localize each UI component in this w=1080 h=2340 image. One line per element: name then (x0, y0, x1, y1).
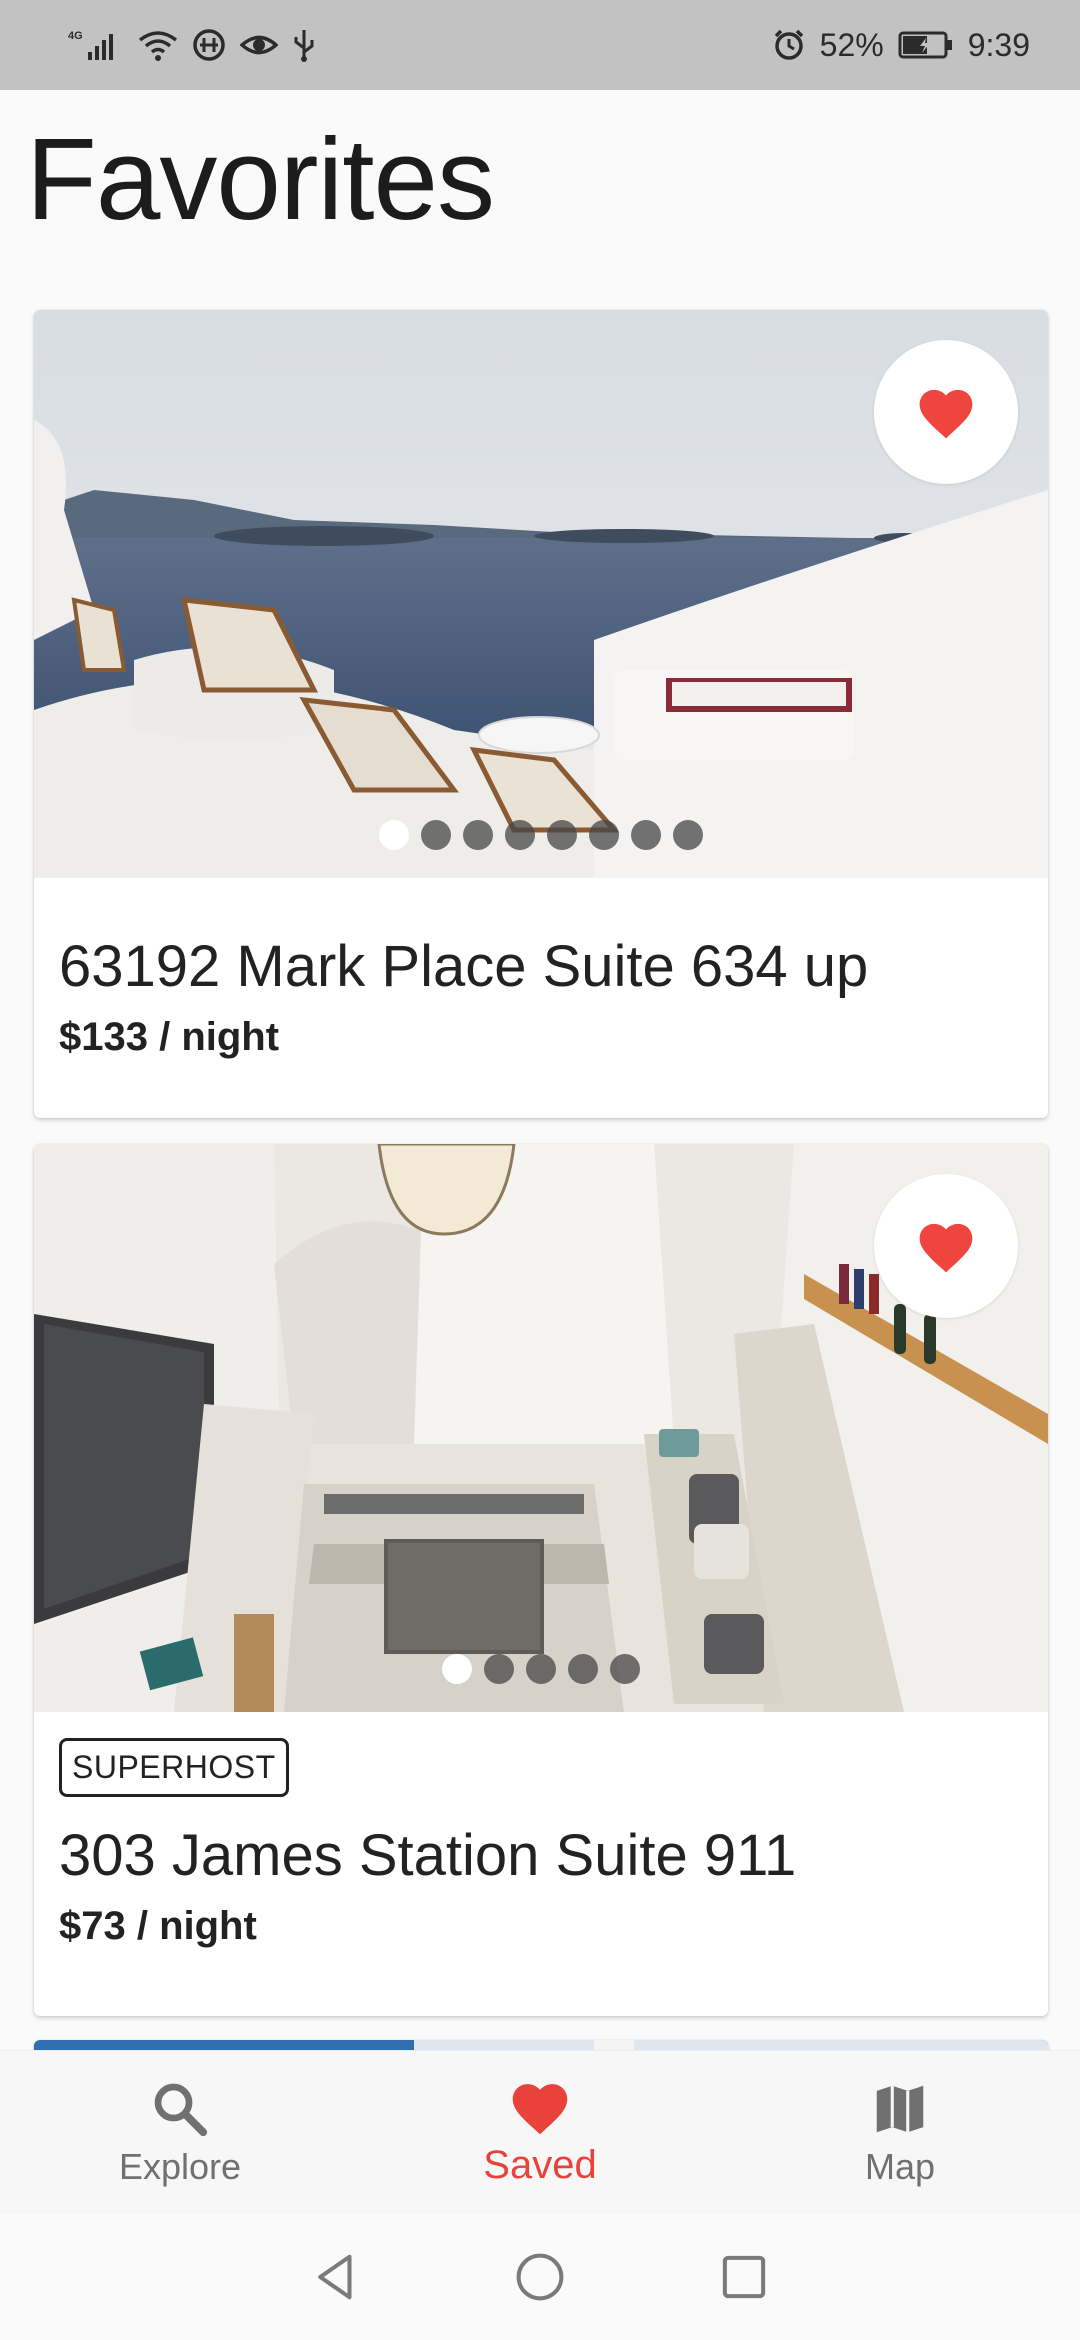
wifi-icon (138, 28, 178, 62)
pagination-dot[interactable] (421, 820, 451, 850)
pagination-dot[interactable] (484, 1654, 514, 1684)
alarm-icon (772, 28, 806, 62)
listing-info: SUPERHOST 303 James Station Suite 911 $7… (34, 1712, 1048, 1949)
pagination-dot[interactable] (631, 820, 661, 850)
listing-photo[interactable] (34, 310, 1048, 878)
listing-card[interactable]: 63192 Mark Place Suite 634 up $133 / nig… (34, 310, 1048, 1118)
clock: 9:39 (967, 26, 1030, 63)
heart-icon (919, 389, 973, 439)
pagination-dot[interactable] (673, 820, 703, 850)
pagination-dot[interactable] (505, 820, 535, 850)
nav-map[interactable]: Map (750, 2078, 1050, 2188)
home-icon[interactable] (513, 2250, 567, 2304)
search-icon (154, 2083, 208, 2136)
heart-icon (919, 1223, 973, 1273)
pagination-dot[interactable] (610, 1654, 640, 1684)
back-icon[interactable] (309, 2250, 363, 2304)
map-icon (876, 2085, 924, 2132)
data-saver-icon (192, 28, 226, 62)
page-title: Favorites (26, 114, 495, 244)
battery-percent: 52% (819, 26, 884, 63)
status-left: 4G (68, 28, 316, 62)
listing-info: 63192 Mark Place Suite 634 up $133 / nig… (34, 878, 1048, 1060)
nav-explore[interactable]: Explore (30, 2078, 330, 2188)
pagination-dot[interactable] (568, 1654, 598, 1684)
heart-icon (512, 2084, 568, 2135)
pagination-dot-active[interactable] (442, 1654, 472, 1684)
svg-text:4G: 4G (68, 30, 83, 42)
nav-label: Map (864, 2145, 936, 2187)
eye-icon (240, 28, 278, 62)
pagination-dot[interactable] (589, 820, 619, 850)
system-navigation-bar (0, 2214, 1080, 2340)
nav-saved[interactable]: Saved (390, 2077, 690, 2188)
nav-label: Saved (483, 2143, 597, 2187)
listing-name: 63192 Mark Place Suite 634 up (59, 934, 869, 999)
listing-name: 303 James Station Suite 911 (59, 1823, 797, 1888)
bottom-navigation: Explore Saved Map (0, 2050, 1080, 2214)
pagination-dot-active[interactable] (379, 820, 409, 850)
photo-pagination (34, 820, 1048, 850)
favorite-button[interactable] (874, 1174, 1018, 1318)
pagination-dot[interactable] (526, 1654, 556, 1684)
nav-label: Explore (118, 2145, 242, 2187)
usb-icon (292, 28, 316, 62)
pagination-dot[interactable] (463, 820, 493, 850)
pagination-dot[interactable] (547, 820, 577, 850)
listing-price: $133 / night (59, 1014, 280, 1059)
listing-price: $73 / night (59, 1903, 257, 1948)
status-right: 52% 9:39 (772, 27, 1030, 64)
battery-icon (898, 30, 954, 60)
superhost-badge: SUPERHOST (59, 1738, 289, 1797)
listing-photo[interactable] (34, 1144, 1048, 1712)
listing-card[interactable]: SUPERHOST 303 James Station Suite 911 $7… (34, 1144, 1048, 2016)
recents-icon[interactable] (717, 2250, 771, 2304)
status-bar: 4G 52% 9:39 (0, 0, 1080, 90)
favorite-button[interactable] (874, 340, 1018, 484)
signal-icon: 4G (68, 28, 124, 62)
photo-pagination (34, 1654, 1048, 1684)
